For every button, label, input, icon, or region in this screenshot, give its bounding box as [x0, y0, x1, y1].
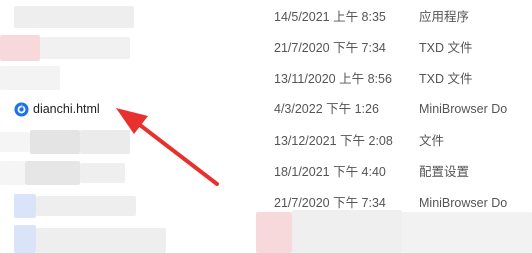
file-name-cell: [0, 188, 240, 219]
blurred-name: [14, 194, 36, 218]
blurred-name: [80, 130, 130, 154]
blurred-region: [256, 212, 292, 253]
browser-globe-icon: [14, 102, 29, 117]
file-row[interactable]: 13/12/2021 下午 2:08 文件: [0, 126, 532, 157]
blurred-region: [36, 228, 166, 253]
file-type: TXD 文件: [419, 41, 473, 55]
blurred-name: [36, 196, 136, 216]
blurred-region: [14, 225, 36, 253]
file-name-cell: dianchi.html: [0, 94, 240, 125]
file-row[interactable]: 13/11/2020 上午 8:56 TXD 文件: [0, 64, 532, 95]
file-date: 13/12/2021 下午 2:08: [274, 134, 393, 148]
file-type: TXD 文件: [419, 72, 473, 86]
file-row[interactable]: 14/5/2021 上午 8:35 应用程序: [0, 2, 532, 33]
blurred-name: [0, 66, 60, 90]
blurred-name: [30, 130, 80, 154]
file-name-cell: [0, 33, 240, 64]
blurred-name: [0, 161, 25, 185]
blurred-name: [0, 35, 40, 61]
blurred-name: [40, 37, 130, 59]
file-row[interactable]: 18/1/2021 下午 4:40 配置设置: [0, 157, 532, 188]
file-type: MiniBrowser Do: [419, 102, 508, 116]
file-name: dianchi.html: [33, 102, 100, 116]
blurred-name: [0, 132, 30, 152]
file-name-cell: [0, 126, 240, 157]
blurred-region: [292, 210, 402, 253]
file-date: 18/1/2021 下午 4:40: [274, 165, 386, 179]
file-type: 文件: [419, 134, 445, 148]
blurred-name: [25, 161, 80, 185]
blurred-region: [402, 212, 532, 253]
file-name-cell: [0, 157, 240, 188]
blurred-name: [80, 163, 125, 183]
file-list: 14/5/2021 上午 8:35 应用程序 21/7/2020 下午 7:34…: [0, 0, 532, 253]
file-date: 4/3/2022 下午 1:26: [274, 102, 379, 116]
blurred-name: [14, 6, 134, 28]
file-date: 14/5/2021 上午 8:35: [274, 10, 386, 24]
file-name-cell: [0, 2, 240, 33]
file-date: 21/7/2020 下午 7:34: [274, 41, 386, 55]
file-date: 13/11/2020 上午 8:56: [274, 72, 392, 86]
file-type: 配置设置: [419, 165, 470, 179]
file-name-cell: [0, 64, 240, 95]
file-row-dianchi[interactable]: dianchi.html 4/3/2022 下午 1:26 MiniBrowse…: [0, 94, 532, 125]
file-row[interactable]: 21/7/2020 下午 7:34 TXD 文件: [0, 33, 532, 64]
file-type: 应用程序: [419, 10, 470, 24]
